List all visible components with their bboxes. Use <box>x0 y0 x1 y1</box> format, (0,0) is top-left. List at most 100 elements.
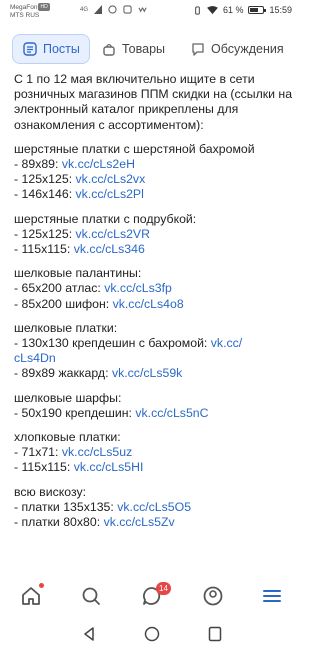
back-icon[interactable] <box>82 626 96 642</box>
nav-profile[interactable] <box>201 584 225 608</box>
catalog-link[interactable]: vk.cc/cLs2Pl <box>76 187 144 201</box>
post-group: шелковые шарфы: - 50х190 крепдешин: vk.cc… <box>14 391 296 421</box>
tab-bar: Посты Товары Обсуждения <box>0 34 304 66</box>
list-item: - 115х115: vk.cc/cLs5HI <box>14 460 296 475</box>
menu-icon <box>263 590 281 602</box>
whatsapp-icon <box>108 5 117 14</box>
notification-icon <box>123 5 132 14</box>
group-title: шелковые палантины: <box>14 266 142 281</box>
post-groups: шерстяные платки с шерстяной бахромой - 8… <box>14 142 296 530</box>
catalog-link[interactable]: vk.cc/cLs59k <box>112 366 182 380</box>
list-item: - 125х125: vk.cc/cLs2VR <box>14 227 296 242</box>
messages-badge: 14 <box>156 582 171 595</box>
network-type: 4G <box>80 6 89 13</box>
group-title: шелковые платки: <box>14 320 118 335</box>
vibrate-icon <box>195 5 200 15</box>
home-button-icon[interactable] <box>144 626 160 642</box>
post-group: шерстяные платки с подрубкой: - 125х125: … <box>14 212 296 258</box>
item-label: - 89х89 жаккард: <box>14 366 112 381</box>
nav-menu[interactable] <box>260 584 284 608</box>
posts-icon <box>23 42 37 56</box>
catalog-link[interactable]: vk.cc/cLs5HI <box>74 460 144 474</box>
catalog-link[interactable]: vk.cc/cLs4o8 <box>113 297 184 311</box>
item-label: - платки 135х135: <box>14 499 118 514</box>
clock: 15:59 <box>269 5 292 15</box>
post-text: С 1 по 12 мая включительно ищите в сети … <box>14 72 296 530</box>
post-intro: С 1 по 12 мая включительно ищите в сети … <box>14 72 296 132</box>
chat-icon <box>192 43 204 56</box>
item-label: - 50х190 крепдешин: <box>14 405 136 420</box>
item-label: - 115х115: <box>14 460 74 475</box>
catalog-link[interactable]: vk.cc/cLs5Zv <box>104 515 175 529</box>
post-group: шерстяные платки с шерстяной бахромой - 8… <box>14 142 296 203</box>
item-label: - 115х115: <box>14 242 74 257</box>
status-right: 61 % 15:59 <box>193 5 292 15</box>
status-bar: MegaFon HD MTS RUS 4G 61 % 15:59 <box>0 0 304 24</box>
item-label: - 89х89: <box>14 157 62 172</box>
group-title: шелковые шарфы: <box>14 390 122 405</box>
battery-fill <box>250 8 259 12</box>
item-label: - 146х146: <box>14 187 76 202</box>
group-title: хлопковые платки: <box>14 430 121 445</box>
shopping-bag-icon <box>103 43 115 56</box>
tab-posts-label: Посты <box>43 42 80 56</box>
recent-apps-icon[interactable] <box>208 626 222 642</box>
catalog-link[interactable]: vk.cc/cLs2vx <box>76 172 146 186</box>
catalog-link[interactable]: vk.cc/cLs3fp <box>104 281 172 295</box>
post-group: шелковые платки: - 130х130 крепдешин с ба… <box>14 321 296 382</box>
item-label: - 71х71: <box>14 445 62 460</box>
nav-search[interactable] <box>79 584 103 608</box>
post-group: шелковые палантины: - 65х200 атлас: vk.cc… <box>14 266 296 312</box>
group-title: всю вискозу: <box>14 484 87 499</box>
post-group: всю вискозу: - платки 135х135: vk.cc/cLs5… <box>14 485 296 531</box>
list-item: - 89х89: vk.cc/cLs2eH <box>14 157 296 172</box>
status-icons: 4G <box>80 5 147 14</box>
list-item: - 50х190 крепдешин: vk.cc/cLs5nC <box>14 406 296 421</box>
wifi-icon <box>207 5 218 14</box>
system-navigation <box>0 620 304 650</box>
signal-icon <box>94 5 103 14</box>
battery-percent: 61 % <box>222 5 244 15</box>
list-item: - 65х200 атлас: vk.cc/cLs3fp <box>14 281 296 296</box>
tab-discussions[interactable]: Обсуждения <box>191 34 284 64</box>
list-item: - платки 135х135: vk.cc/cLs5O5 <box>14 500 296 515</box>
list-item: - 89х89 жаккард: vk.cc/cLs59k <box>14 366 296 381</box>
list-item: - 115х115: vk.cc/cLs346 <box>14 242 296 257</box>
item-label: - 125х125: <box>14 226 76 241</box>
bottom-nav: 14 <box>0 578 304 616</box>
group-title: шерстяные платки с подрубкой: <box>14 211 197 226</box>
catalog-link[interactable]: vk.cc/cLs5O5 <box>117 500 191 514</box>
carrier-name-1: MegaFon <box>10 4 38 11</box>
home-notification-dot <box>39 583 44 588</box>
list-item: - 130х130 крепдешин с бахромой: vk.cc/ c… <box>14 336 296 366</box>
item-label: - 85х200 шифон: <box>14 296 113 311</box>
list-item: - 71х71: vk.cc/cLs5uz <box>14 445 296 460</box>
carrier-name-2: MTS RUS <box>10 12 40 19</box>
catalog-link[interactable]: vk.cc/cLs5uz <box>62 445 132 459</box>
item-label: - платки 80х80: <box>14 515 104 530</box>
tab-goods-label: Товары <box>122 42 165 56</box>
profile-icon <box>203 586 223 606</box>
vk-icon <box>138 7 147 13</box>
list-item: - 125х125: vk.cc/cLs2vx <box>14 172 296 187</box>
post-group: хлопковые платки: - 71х71: vk.cc/cLs5uz - … <box>14 430 296 476</box>
group-title: шерстяные платки с шерстяной бахромой <box>14 141 255 156</box>
catalog-link[interactable]: vk.cc/cLs346 <box>74 242 145 256</box>
list-item: - платки 80х80: vk.cc/cLs5Zv <box>14 515 296 530</box>
item-label: - 125х125: <box>14 172 76 187</box>
item-label: - 65х200 атлас: <box>14 281 105 296</box>
carrier-info: MegaFon HD MTS RUS <box>10 3 50 20</box>
tab-posts[interactable]: Посты <box>12 34 90 64</box>
home-icon <box>22 587 40 605</box>
catalog-link[interactable]: vk.cc/cLs5nC <box>135 406 208 420</box>
hd-badge: HD <box>38 3 50 11</box>
tab-goods[interactable]: Товары <box>102 34 165 64</box>
search-icon <box>82 587 100 605</box>
battery-icon <box>248 6 267 14</box>
catalog-link[interactable]: vk.cc/cLs2eH <box>62 157 135 171</box>
list-item: - 146х146: vk.cc/cLs2Pl <box>14 187 296 202</box>
list-item: - 85х200 шифон: vk.cc/cLs4o8 <box>14 297 296 312</box>
item-label: - 130х130 крепдешин с бахромой: <box>14 336 211 351</box>
catalog-link[interactable]: vk.cc/cLs2VR <box>76 227 150 241</box>
tab-discussions-label: Обсуждения <box>211 42 284 56</box>
